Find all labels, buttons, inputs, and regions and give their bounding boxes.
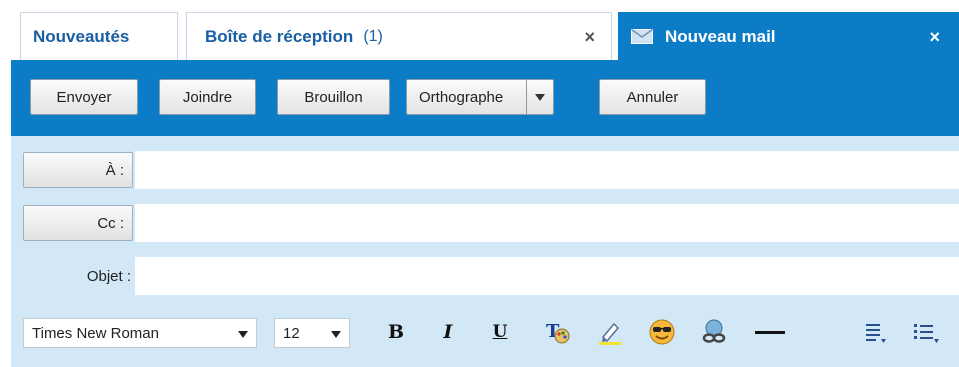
spellcheck-button[interactable]: Orthographe xyxy=(406,79,554,115)
font-family-value: Times New Roman xyxy=(32,324,159,342)
tab-new-mail[interactable]: Nouveau mail × xyxy=(618,12,959,60)
align-icon[interactable] xyxy=(861,317,891,347)
spellcheck-dropdown[interactable] xyxy=(526,80,553,114)
tab-inbox-count: (1) xyxy=(363,27,383,45)
cc-button[interactable]: Cc : xyxy=(23,205,133,241)
tab-bar: Nouveautés Boîte de réception (1) × Nouv… xyxy=(0,0,959,60)
tab-inbox[interactable]: Boîte de réception (1) × xyxy=(186,12,612,60)
compose-form: À : Cc : Objet : Times New Roman 12 B I … xyxy=(11,136,959,367)
highlight-icon[interactable] xyxy=(595,317,625,347)
smiley-icon[interactable] xyxy=(647,317,677,347)
tab-news-label: Nouveautés xyxy=(33,26,130,46)
tab-new-mail-label: Nouveau mail xyxy=(665,26,776,46)
attach-button[interactable]: Joindre xyxy=(159,79,256,115)
cancel-button[interactable]: Annuler xyxy=(599,79,706,115)
text-color-icon[interactable]: T xyxy=(543,317,573,347)
tab-new-mail-close-icon[interactable]: × xyxy=(929,28,940,46)
horizontal-rule-icon[interactable] xyxy=(755,317,785,347)
tab-inbox-close-icon[interactable]: × xyxy=(584,28,595,46)
subject-field[interactable] xyxy=(135,257,959,295)
tab-inbox-label: Boîte de réception xyxy=(205,26,354,46)
chevron-down-icon xyxy=(331,331,341,338)
font-size-select[interactable]: 12 xyxy=(274,318,350,348)
cc-field[interactable] xyxy=(135,204,959,242)
to-field[interactable] xyxy=(135,151,959,189)
font-size-value: 12 xyxy=(283,324,300,342)
chevron-down-icon xyxy=(238,331,248,338)
italic-icon[interactable]: I xyxy=(433,317,463,347)
subject-label: Objet : xyxy=(86,267,131,285)
spellcheck-label: Orthographe xyxy=(419,88,504,106)
envelope-icon xyxy=(631,29,653,44)
bold-icon[interactable]: B xyxy=(381,317,411,347)
link-icon[interactable] xyxy=(699,317,729,347)
list-icon[interactable] xyxy=(911,317,941,347)
tab-news[interactable]: Nouveautés xyxy=(20,12,178,60)
compose-toolbar: Envoyer Joindre Brouillon Orthographe An… xyxy=(11,60,959,136)
underline-icon[interactable]: U xyxy=(485,317,515,347)
send-button[interactable]: Envoyer xyxy=(30,79,138,115)
draft-button[interactable]: Brouillon xyxy=(277,79,390,115)
chevron-down-icon xyxy=(535,93,545,101)
font-family-select[interactable]: Times New Roman xyxy=(23,318,257,348)
to-button[interactable]: À : xyxy=(23,152,133,188)
